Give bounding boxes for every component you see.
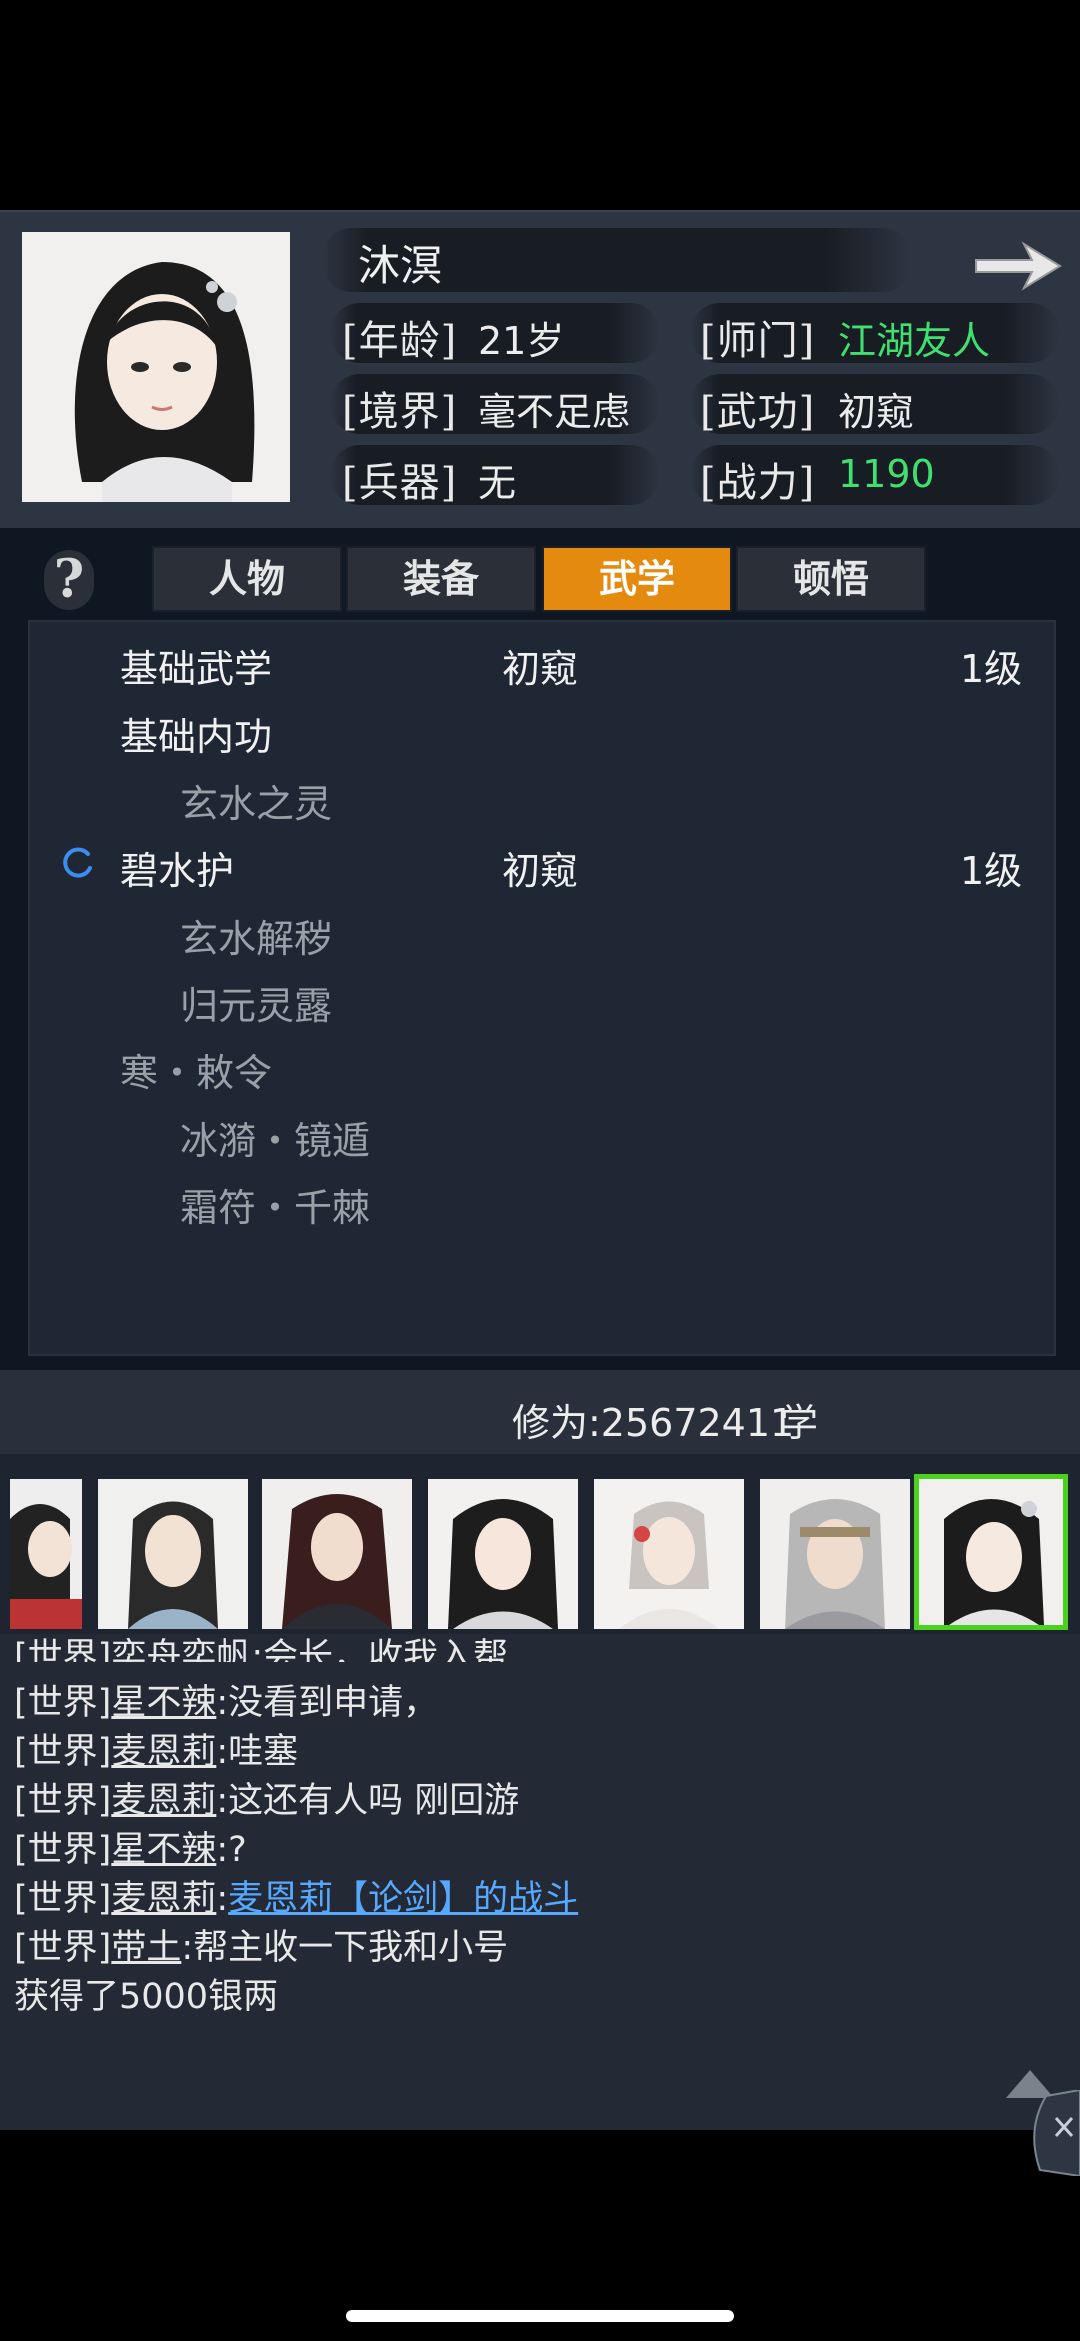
chat-sender[interactable]: 奕舟奕帆 xyxy=(111,1637,251,1662)
skill-name[interactable]: 玄水之灵 xyxy=(180,773,332,828)
skill-rank: 初窥 xyxy=(502,849,579,893)
chat-sender[interactable]: 星不辣 xyxy=(111,1683,216,1723)
party-member-portrait[interactable] xyxy=(594,1479,744,1629)
tab-character[interactable]: 人物 xyxy=(152,546,342,612)
chat-message: [世界]带土:帮主收一下我和小号 xyxy=(14,1919,508,1970)
skill-name[interactable]: 基础武学 xyxy=(120,638,272,693)
age-value: 21岁 xyxy=(478,319,565,363)
skill-name[interactable]: 归元灵露 xyxy=(180,975,332,1030)
skill-name[interactable]: 碧水护 xyxy=(120,840,234,895)
system-message: 获得了5000银两 xyxy=(14,1977,279,2017)
help-icon: ? xyxy=(53,549,85,610)
home-indicator[interactable] xyxy=(346,2310,734,2322)
loading-spinner-icon xyxy=(60,846,94,880)
battle-replay-link[interactable]: 麦恩莉【论剑】的战斗 xyxy=(228,1879,578,1919)
party-member-portrait[interactable] xyxy=(98,1479,248,1629)
chat-channel: [世界] xyxy=(14,1928,112,1968)
help-button[interactable]: ? xyxy=(44,550,94,610)
skill-level: 1级 xyxy=(960,849,1023,893)
power-value: 1190 xyxy=(838,452,935,496)
character-portrait xyxy=(22,232,290,502)
weapon-value: 无 xyxy=(478,461,517,505)
sect-value: 江湖友人 xyxy=(838,319,991,363)
next-character-button[interactable] xyxy=(972,236,1064,296)
chat-text: :帮主收一下我和小号 xyxy=(181,1928,509,1968)
character-name: 沐溟 xyxy=(358,241,443,290)
chat-sender[interactable]: 带土 xyxy=(111,1928,181,1968)
cultivation-value: 修为:25672411 xyxy=(512,1401,795,1445)
skill-name[interactable]: 寒・敕令 xyxy=(120,1042,272,1097)
chat-sender[interactable]: 麦恩莉 xyxy=(111,1732,216,1772)
skill-name[interactable]: 冰漪・镜遁 xyxy=(180,1110,370,1165)
chat-text: :哇塞 xyxy=(216,1732,299,1772)
party-member-portrait-selected[interactable] xyxy=(914,1474,1068,1630)
chat-channel: [世界] xyxy=(14,1683,112,1723)
sect-label: [师门] xyxy=(700,318,816,364)
realm-label: [境界] xyxy=(342,389,458,435)
chat-message: [世界]麦恩莉:这还有人吗 刚回游 xyxy=(14,1772,519,1823)
chat-message: [世界]麦恩莉:麦恩莉【论剑】的战斗 xyxy=(14,1870,578,1921)
close-corner-icon xyxy=(1033,2088,1080,2178)
tab-martial-arts[interactable]: 武学 xyxy=(542,546,732,612)
chat-text: :这还有人吗 刚回游 xyxy=(216,1781,520,1821)
skill-name[interactable]: 基础内功 xyxy=(120,706,272,761)
chat-message: [世界]奕舟奕帆:会长，收我入帮 xyxy=(14,1628,508,1662)
chat-sender[interactable]: 星不辣 xyxy=(111,1830,216,1870)
chat-sender[interactable]: 麦恩莉 xyxy=(111,1879,216,1919)
weapon-label: [兵器] xyxy=(342,460,458,506)
chat-text: :会长，收我入帮 xyxy=(251,1637,509,1662)
tab-enlightenment[interactable]: 顿悟 xyxy=(736,546,926,612)
chat-channel: [世界] xyxy=(14,1879,112,1919)
chat-channel: [世界] xyxy=(14,1830,112,1870)
chat-text: :? xyxy=(216,1830,247,1870)
power-label: [战力] xyxy=(700,460,816,506)
corner-menu-button[interactable] xyxy=(1026,2088,1080,2178)
martial-label: [武功] xyxy=(700,389,816,435)
chat-text: :没看到申请， xyxy=(216,1683,439,1723)
skill-name[interactable]: 玄水解秽 xyxy=(180,908,332,963)
age-label: [年龄] xyxy=(342,318,458,364)
chat-message: [世界]麦恩莉:哇塞 xyxy=(14,1723,298,1774)
skill-name[interactable]: 霜符・千棘 xyxy=(180,1177,370,1232)
party-member-portrait[interactable] xyxy=(262,1479,412,1629)
skill-rank: 初窥 xyxy=(502,647,579,691)
chat-channel: [世界] xyxy=(14,1781,112,1821)
chat-message: [世界]星不辣:? xyxy=(14,1821,247,1872)
martial-value: 初窥 xyxy=(838,390,915,434)
chat-text: : xyxy=(216,1879,229,1919)
tab-equipment[interactable]: 装备 xyxy=(346,546,536,612)
chat-sender[interactable]: 麦恩莉 xyxy=(111,1781,216,1821)
chat-message: [世界]星不辣:没看到申请， xyxy=(14,1674,438,1725)
chat-channel: [世界] xyxy=(14,1732,112,1772)
party-member-portrait[interactable] xyxy=(428,1479,578,1629)
party-member-portrait[interactable] xyxy=(760,1479,910,1629)
chat-channel: [世界] xyxy=(14,1637,112,1662)
arrow-right-icon xyxy=(975,241,1062,291)
skill-level: 1级 xyxy=(960,647,1023,691)
realm-value: 毫不足虑 xyxy=(478,390,631,434)
party-member-portrait[interactable] xyxy=(10,1479,82,1629)
